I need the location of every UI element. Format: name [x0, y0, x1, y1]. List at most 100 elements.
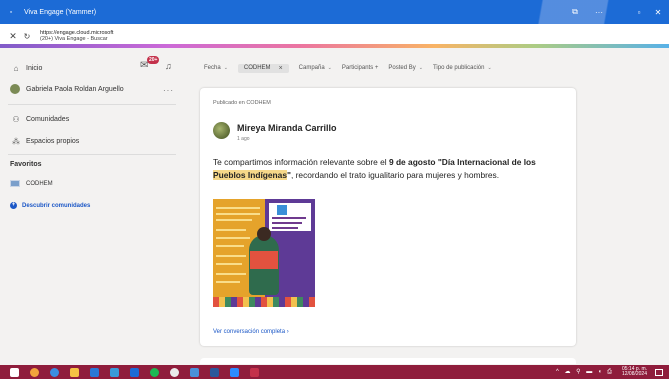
poster-stripe: [216, 281, 240, 283]
post-text-quote-open: "Día Internacional de los: [435, 157, 536, 167]
posted-in-label[interactable]: Publicado en CODHEM: [213, 100, 271, 106]
filter-label: Posted By: [388, 65, 416, 71]
close-icon[interactable]: ✕: [6, 31, 20, 42]
filter-participants[interactable]: Participants +: [342, 65, 379, 71]
community-thumbnail: [10, 180, 20, 187]
post-body: Te compartimos información relevante sob…: [213, 156, 563, 182]
chevron-right-icon: ›: [286, 329, 289, 335]
photos-icon[interactable]: [190, 367, 199, 377]
post-card: Publicado en CODHEM Mireya Miranda Carri…: [200, 88, 576, 346]
sidebar-item-own-spaces[interactable]: ⁂ Espacios propios: [10, 137, 79, 146]
poster-stripe: [216, 273, 246, 275]
poster-stripe: [216, 207, 260, 209]
chrome-icon[interactable]: [170, 367, 179, 377]
more-options-icon[interactable]: ···: [588, 0, 610, 24]
chevron-down-icon: ⌄: [487, 65, 492, 71]
favorites-heading: Favoritos: [10, 161, 42, 168]
word-icon[interactable]: [210, 367, 219, 377]
sidebar-item-codhem[interactable]: CODHEM: [10, 180, 53, 187]
sidebar-item-label: CODHEM: [26, 180, 53, 187]
sidebar-item-home[interactable]: ⌂ Inicio: [10, 64, 43, 73]
view-conversation-link[interactable]: Ver conversación completa ›: [213, 329, 289, 335]
filter-post-type[interactable]: Tipo de publicación ⌄: [433, 65, 492, 71]
store-icon[interactable]: [90, 367, 99, 377]
sidebar-item-profile[interactable]: Gabriela Paola Roldan Arguello: [10, 84, 124, 94]
post-text-highlight: Pueblos Indígenas: [213, 170, 287, 180]
author-name[interactable]: Mireya Miranda Carrillo: [237, 123, 337, 133]
filter-campaign[interactable]: Campaña ⌄: [299, 65, 332, 71]
sidebar-item-label: Espacios propios: [26, 138, 80, 145]
avatar: [10, 84, 20, 94]
remove-filter-icon[interactable]: ×: [279, 65, 283, 72]
poster-stripe: [216, 255, 246, 257]
filter-posted-by[interactable]: Posted By ⌄: [388, 65, 423, 71]
chevron-down-icon: ⌄: [327, 65, 332, 71]
filter-selected-community[interactable]: CODHEM ×: [237, 63, 289, 73]
spotify-icon[interactable]: [150, 367, 159, 377]
taskbar: ^ ☁ ⚲ ▬ ◖ ⎙ 05:14 p. m. 12/08/2024: [0, 365, 669, 379]
zoom-icon[interactable]: [230, 367, 239, 377]
poster-banner: [269, 203, 311, 231]
post-time: 1 ago: [237, 136, 250, 142]
poster-text-line: [272, 222, 302, 224]
mail-app-icon[interactable]: [110, 367, 119, 377]
poster-logo: [277, 205, 287, 215]
window-titlebar: ▫ Viva Engage (Yammer) ⧉ ··· ▫ ✕: [0, 0, 669, 24]
home-icon: ⌂: [13, 64, 19, 73]
sidebar-item-label: Comunidades: [26, 116, 70, 123]
poster-stripe: [216, 245, 244, 247]
file-explorer-icon[interactable]: [70, 367, 79, 377]
tab-switch-icon[interactable]: ⧉: [564, 0, 586, 24]
sidebar-divider: [8, 154, 176, 155]
notification-center-icon[interactable]: [655, 368, 663, 376]
filter-date[interactable]: Fecha ⌄: [204, 65, 228, 71]
edge-icon[interactable]: [50, 367, 59, 377]
filter-bar: Fecha ⌄ CODHEM × Campaña ⌄ Participants + P…: [204, 62, 502, 74]
notification-badge: 20+: [147, 56, 160, 64]
window-title: Viva Engage (Yammer): [24, 8, 97, 16]
poster-figure-head: [257, 227, 271, 241]
more-icon[interactable]: ···: [163, 86, 174, 95]
chevron-down-icon: ⌄: [223, 65, 228, 71]
search-icon[interactable]: [30, 367, 39, 377]
poster-pattern: [213, 297, 315, 307]
refresh-icon[interactable]: ↻: [20, 32, 34, 41]
poster-text-line: [272, 217, 306, 219]
filter-label: CODHEM: [243, 65, 271, 71]
close-window-icon[interactable]: ✕: [647, 0, 669, 24]
notifications-button[interactable]: ✉ 20+: [140, 56, 160, 74]
start-icon[interactable]: [10, 367, 19, 377]
poster-stripe: [216, 213, 260, 215]
discover-label: Descubrir comunidades: [22, 202, 91, 209]
system-tray: ^ ☁ ⚲ ▬ ◖ ⎙ 05:14 p. m. 12/08/2024: [556, 365, 663, 379]
powerpoint-icon[interactable]: [250, 367, 259, 377]
tray-icons[interactable]: ^ ☁ ⚲ ▬ ◖ ⎙: [556, 368, 614, 376]
spaces-icon: ⁂: [12, 137, 20, 146]
plus-icon: +: [10, 202, 17, 209]
sidebar-divider: [8, 104, 176, 105]
clock[interactable]: 05:14 p. m. 12/08/2024: [622, 367, 647, 377]
filter-label: Tipo de publicación: [432, 65, 485, 71]
discover-communities-link[interactable]: + Descubrir comunidades: [10, 202, 90, 209]
post-image[interactable]: [213, 199, 315, 307]
poster-stripe: [216, 229, 246, 231]
sidebar-item-communities[interactable]: ⚇ Comunidades: [10, 115, 69, 124]
poster-stripe: [216, 237, 250, 239]
poster-stripe: [216, 219, 252, 221]
filter-label: Campaña: [298, 65, 325, 71]
author-avatar[interactable]: [213, 122, 230, 139]
clock-date: 12/08/2024: [621, 371, 647, 377]
brand-gradient-strip: [0, 44, 669, 48]
next-post-card: [200, 358, 576, 364]
communities-icon: ⚇: [12, 115, 20, 124]
post-text-intro: Te compartimos información relevante sob…: [213, 157, 389, 167]
filter-label: Participants +: [341, 65, 379, 71]
url-display[interactable]: https://engage.cloud.microsoft (20+) Viv…: [40, 30, 113, 42]
filter-label: Fecha: [204, 65, 221, 71]
outlook-icon[interactable]: [130, 367, 139, 377]
sidebar-item-label: Inicio: [26, 65, 43, 72]
bell-icon[interactable]: ♫: [165, 61, 172, 71]
post-text-outro: , recordando el trato igualitario para m…: [290, 170, 500, 180]
user-name: Gabriela Paola Roldan Arguello: [26, 85, 124, 93]
app-icon: ▫: [9, 8, 13, 16]
